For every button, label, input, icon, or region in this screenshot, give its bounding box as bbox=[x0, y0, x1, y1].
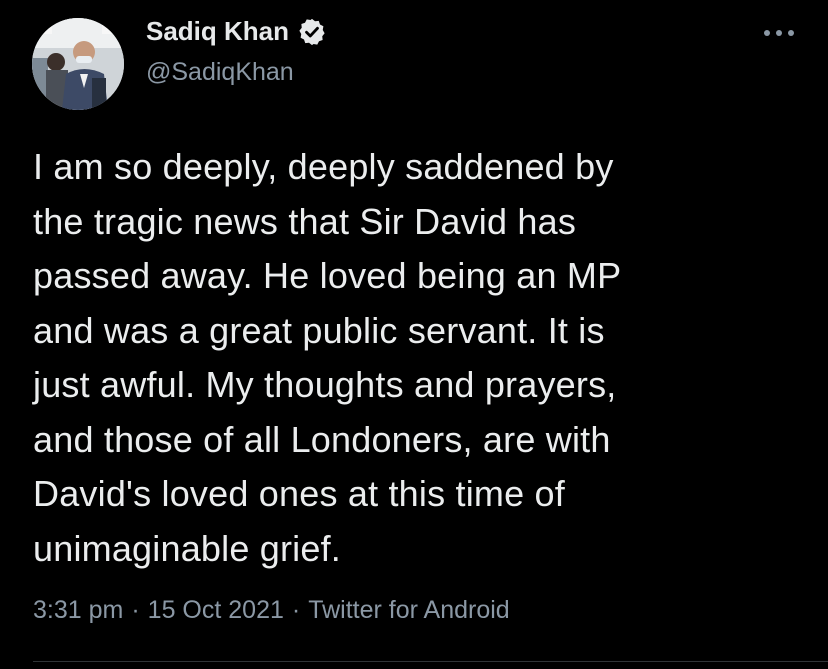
divider bbox=[33, 661, 828, 662]
tweet-text-line: and those of all Londoners, are with bbox=[33, 418, 611, 460]
avatar[interactable] bbox=[32, 18, 124, 110]
tweet-text-line: the tragic news that Sir David has bbox=[33, 200, 577, 242]
tweet-source[interactable]: Twitter for Android bbox=[308, 596, 509, 624]
more-options-icon[interactable] bbox=[764, 26, 794, 40]
tweet-date[interactable]: 15 Oct 2021 bbox=[148, 596, 284, 624]
tweet-text-line: passed away. He loved being an MP bbox=[33, 255, 622, 296]
tweet-text-line: and was a great public servant. It is bbox=[33, 309, 605, 351]
tweet-metadata: 3:31 pm · 15 Oct 2021 · Twitter for Android bbox=[33, 596, 510, 625]
tweet-text-line: unimaginable grief. bbox=[33, 527, 341, 569]
verified-badge-icon bbox=[297, 17, 327, 47]
tweet-time[interactable]: 3:31 pm bbox=[33, 596, 123, 624]
display-name[interactable]: Sadiq Khan bbox=[146, 16, 327, 47]
separator: · bbox=[131, 596, 140, 624]
tweet-text-line: David's loved ones at this time of bbox=[33, 473, 565, 514]
display-name-text: Sadiq Khan bbox=[146, 16, 290, 46]
avatar-photo bbox=[32, 18, 124, 110]
user-handle[interactable]: @SadiqKhan bbox=[146, 58, 294, 87]
tweet-text-line: just awful. My thoughts and prayers, bbox=[33, 364, 617, 405]
tweet-text: I am so deeply, deeply saddened by the t… bbox=[33, 140, 803, 576]
separator: · bbox=[291, 596, 301, 624]
tweet-card: Sadiq Khan @SadiqKhan I am so deeply, de… bbox=[0, 0, 828, 669]
tweet-text-line: I am so deeply, deeply saddened by bbox=[33, 146, 614, 187]
